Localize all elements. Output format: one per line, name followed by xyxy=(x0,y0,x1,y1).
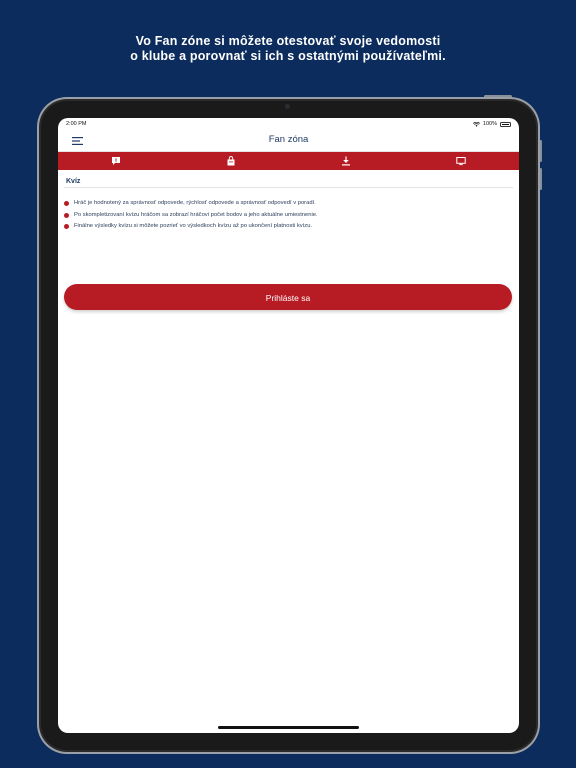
status-indicators: 100% xyxy=(472,121,511,127)
download-icon xyxy=(342,156,351,166)
promo-line-2: o klube a porovnať si ich s ostatnými po… xyxy=(130,49,446,63)
promo-headline: Vo Fan zóne si môžete otestovať svoje ve… xyxy=(0,34,576,64)
bullet-icon xyxy=(64,212,69,218)
quiz-chat-icon xyxy=(111,157,120,165)
tab-shop[interactable] xyxy=(173,152,288,170)
list-item: Hráč je hodnotený za správnosť odpovede,… xyxy=(64,200,514,207)
home-indicator xyxy=(218,726,359,729)
battery-icon xyxy=(500,121,511,127)
list-item: Finálne výsledky kvízu si môžete pozrieť… xyxy=(64,223,514,230)
nav-bar: Fan zóna xyxy=(58,130,519,152)
status-bar: 2:00 PM 100% xyxy=(58,118,519,130)
quiz-rules-list: Hráč je hodnotený za správnosť odpovede,… xyxy=(64,200,514,235)
quiz-section-title: Kvíz xyxy=(66,178,81,185)
bullet-icon xyxy=(64,201,69,206)
tab-downloads[interactable] xyxy=(289,152,404,170)
rule-text: Finálne výsledky kvízu si môžete pozrieť… xyxy=(74,223,313,229)
login-button[interactable]: Prihláste sa xyxy=(64,284,512,310)
section-divider xyxy=(64,187,513,188)
camera-icon xyxy=(285,104,290,109)
tab-bar xyxy=(58,152,519,170)
rule-text: Po skompletizovaní kvízu hráčom sa zobra… xyxy=(74,211,318,218)
bullet-icon xyxy=(64,224,69,229)
rule-text: Hráč je hodnotený za správnosť odpovede,… xyxy=(74,200,316,206)
shop-bag-icon xyxy=(227,156,235,166)
tab-quiz[interactable] xyxy=(58,152,173,170)
status-time: 2:00 PM xyxy=(66,121,87,127)
tv-icon xyxy=(456,157,467,166)
wifi-icon xyxy=(472,121,480,127)
tab-tv[interactable] xyxy=(404,152,519,170)
promo-line-1: Vo Fan zóne si môžete otestovať svoje ve… xyxy=(135,34,441,48)
battery-percent: 100% xyxy=(482,121,497,127)
app-screen: 2:00 PM 100% Fan zóna Kvíz Hráč je hodno… xyxy=(58,118,519,733)
list-item: Po skompletizovaní kvízu hráčom sa zobra… xyxy=(64,212,514,219)
page-title: Fan zóna xyxy=(268,134,309,145)
